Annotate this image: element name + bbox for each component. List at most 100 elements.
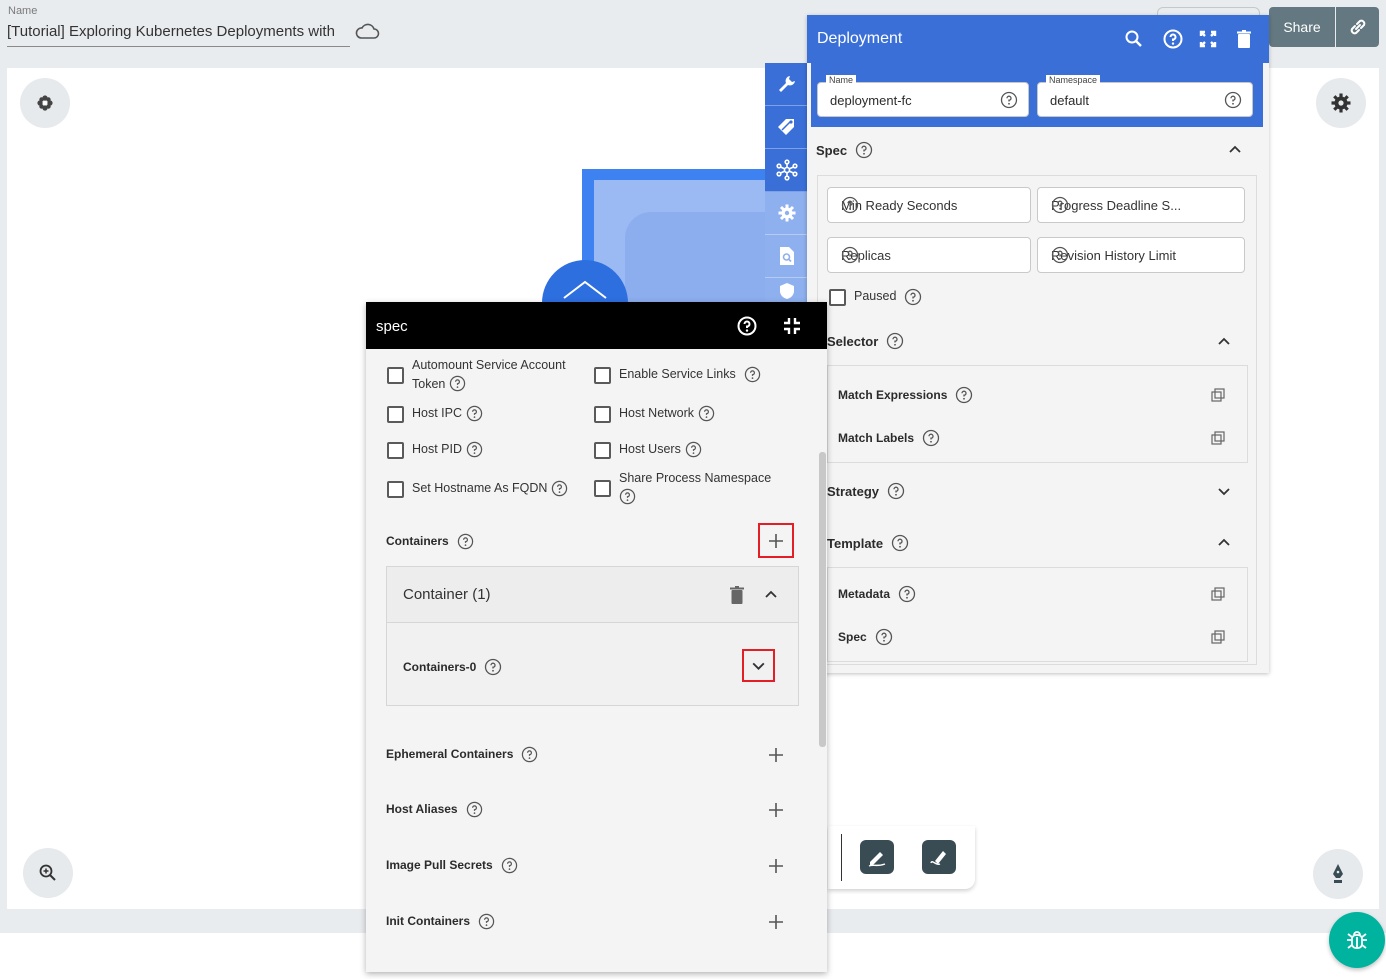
host-ipc-row[interactable]: Host IPC — [387, 404, 483, 423]
match-expressions-row[interactable]: Match Expressions — [838, 386, 973, 404]
chevron-down-icon[interactable] — [1216, 485, 1232, 497]
help-icon[interactable] — [484, 658, 502, 676]
help-icon[interactable] — [466, 405, 483, 422]
replicas-field[interactable]: Replicas — [827, 237, 1031, 273]
set-hostname-fqdn-checkbox[interactable] — [387, 481, 404, 498]
host-users-checkbox[interactable] — [594, 442, 611, 459]
host-ipc-checkbox[interactable] — [387, 406, 404, 423]
help-icon[interactable] — [898, 585, 916, 603]
namespace-field-value[interactable]: default — [1050, 93, 1089, 108]
help-icon[interactable] — [551, 480, 568, 497]
spec-section-header[interactable]: Spec — [816, 141, 873, 159]
name-field-value[interactable]: deployment-fc — [830, 93, 912, 108]
help-icon[interactable] — [891, 534, 909, 552]
metadata-row[interactable]: Metadata — [838, 585, 916, 603]
selector-section-header[interactable]: Selector — [827, 332, 904, 350]
share-button[interactable]: Share — [1269, 7, 1335, 47]
add-host-alias-button[interactable] — [767, 801, 785, 819]
copy-icon[interactable] — [1211, 431, 1225, 445]
help-icon[interactable] — [841, 246, 1020, 264]
name-field[interactable]: Name deployment-fc — [817, 75, 1029, 117]
chevron-up-icon[interactable] — [1216, 536, 1232, 548]
flower-icon[interactable] — [20, 78, 70, 128]
fullscreen-icon[interactable] — [1198, 29, 1218, 49]
host-network-checkbox[interactable] — [594, 406, 611, 423]
help-icon[interactable] — [1162, 28, 1184, 50]
help-icon[interactable] — [466, 801, 483, 818]
min-ready-seconds-field[interactable]: Min Ready Seconds — [827, 187, 1031, 223]
zoom-in-icon[interactable] — [23, 848, 73, 898]
copy-icon[interactable] — [1211, 630, 1225, 644]
help-icon[interactable] — [698, 405, 715, 422]
bug-icon[interactable] — [1329, 912, 1385, 968]
network-icon[interactable] — [765, 149, 808, 192]
shield-icon[interactable] — [765, 278, 808, 305]
help-icon[interactable] — [841, 196, 1020, 214]
help-icon[interactable] — [887, 482, 905, 500]
help-icon[interactable] — [478, 913, 495, 930]
help-icon[interactable] — [875, 628, 893, 646]
help-icon[interactable] — [1051, 196, 1234, 214]
help-icon[interactable] — [904, 288, 922, 306]
help-icon[interactable] — [1224, 91, 1242, 109]
enable-service-links-checkbox[interactable] — [594, 367, 611, 384]
enable-service-links-row[interactable]: Enable Service Links — [594, 365, 761, 384]
spec-panel-scrollbar[interactable] — [819, 452, 826, 747]
chevron-up-icon[interactable] — [1216, 335, 1232, 347]
gear-icon[interactable] — [1316, 78, 1366, 128]
help-icon[interactable] — [855, 141, 873, 159]
revision-history-limit-field[interactable]: Revision History Limit — [1037, 237, 1245, 273]
copy-icon[interactable] — [1211, 587, 1225, 601]
namespace-field[interactable]: Namespace default — [1037, 75, 1253, 117]
design-name-input[interactable]: [Tutorial] Exploring Kubernetes Deployme… — [7, 23, 350, 47]
add-image-pull-secret-button[interactable] — [767, 857, 785, 875]
host-network-row[interactable]: Host Network — [594, 404, 715, 423]
help-icon[interactable] — [744, 366, 761, 383]
add-container-button[interactable] — [758, 523, 794, 558]
add-init-container-button[interactable] — [767, 913, 785, 931]
pen-icon[interactable] — [1313, 849, 1363, 899]
cloud-icon[interactable] — [354, 22, 380, 42]
freehand-draw-icon[interactable] — [922, 840, 956, 874]
automount-checkbox[interactable] — [387, 367, 404, 384]
match-labels-row[interactable]: Match Labels — [838, 429, 940, 447]
search-doc-icon[interactable] — [765, 235, 808, 278]
pencil-draw-icon[interactable] — [860, 840, 894, 874]
paused-checkbox-row[interactable]: Paused — [829, 287, 922, 306]
trash-icon[interactable] — [1235, 29, 1253, 49]
host-pid-checkbox[interactable] — [387, 442, 404, 459]
expand-container-button[interactable] — [742, 649, 775, 682]
containers-0-row[interactable]: Containers-0 — [403, 658, 502, 676]
add-ephemeral-container-button[interactable] — [767, 746, 785, 764]
help-icon[interactable] — [685, 441, 702, 458]
gear-icon[interactable] — [765, 192, 808, 235]
trash-icon[interactable] — [729, 585, 745, 605]
share-process-namespace-checkbox[interactable] — [594, 480, 611, 497]
template-section-header[interactable]: Template — [827, 534, 909, 552]
copy-icon[interactable] — [1211, 388, 1225, 402]
search-icon[interactable] — [1123, 28, 1145, 50]
help-icon[interactable] — [521, 746, 538, 763]
host-users-row[interactable]: Host Users — [594, 440, 702, 459]
host-pid-row[interactable]: Host PID — [387, 440, 483, 459]
help-icon[interactable] — [1000, 91, 1018, 109]
paused-checkbox[interactable] — [829, 289, 846, 306]
container-group-header[interactable]: Container (1) — [387, 567, 798, 623]
help-icon[interactable] — [922, 429, 940, 447]
strategy-section-header[interactable]: Strategy — [827, 482, 905, 500]
help-icon[interactable] — [466, 441, 483, 458]
help-icon[interactable] — [1051, 246, 1234, 264]
progress-deadline-field[interactable]: Progress Deadline S... — [1037, 187, 1245, 223]
help-icon[interactable] — [886, 332, 904, 350]
wrench-icon[interactable] — [765, 63, 808, 106]
help-icon[interactable] — [955, 386, 973, 404]
exit-fullscreen-icon[interactable] — [781, 315, 803, 337]
link-icon[interactable] — [1336, 7, 1379, 47]
help-icon[interactable] — [457, 533, 474, 550]
help-icon[interactable] — [501, 857, 518, 874]
help-icon[interactable] — [619, 488, 636, 505]
help-icon[interactable] — [736, 315, 758, 337]
set-hostname-fqdn-row[interactable]: Set Hostname As FQDN — [387, 479, 568, 498]
help-icon[interactable] — [449, 375, 466, 392]
automount-checkbox-row[interactable]: Automount Service Account Token — [387, 356, 577, 394]
